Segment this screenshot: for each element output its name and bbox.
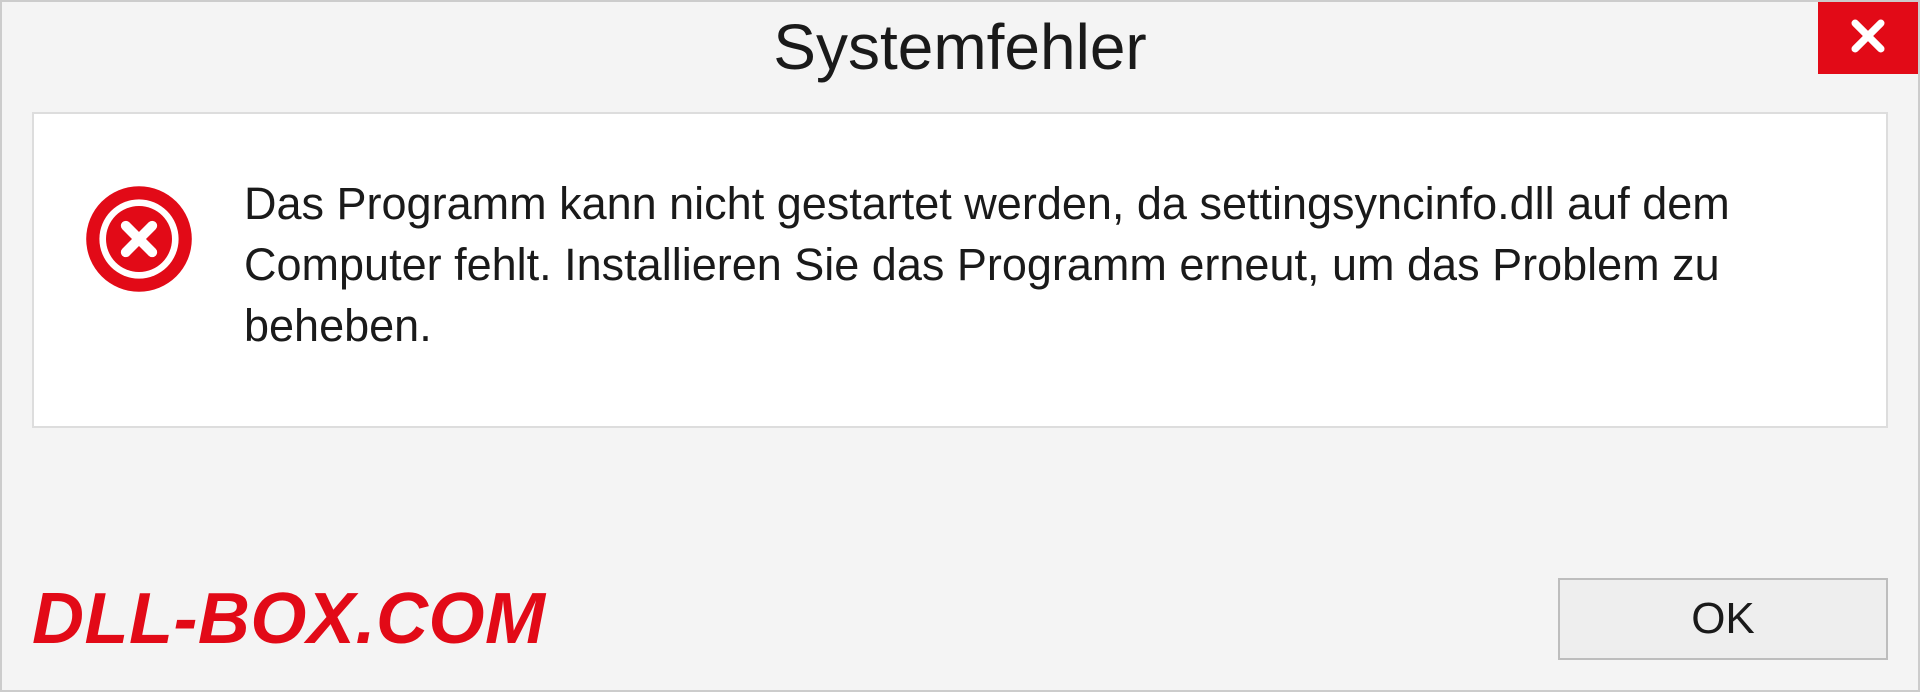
dialog-title: Systemfehler <box>773 10 1146 84</box>
title-bar: Systemfehler <box>2 2 1918 92</box>
dialog-footer: DLL-BOX.COM OK <box>32 578 1888 660</box>
error-icon <box>84 184 194 294</box>
close-button[interactable] <box>1818 2 1918 74</box>
watermark-text: DLL-BOX.COM <box>32 578 545 660</box>
error-message: Das Programm kann nicht gestartet werden… <box>244 174 1804 356</box>
error-dialog: Systemfehler Das Programm kann nicht ges… <box>0 0 1920 692</box>
content-panel: Das Programm kann nicht gestartet werden… <box>32 112 1888 428</box>
close-icon <box>1846 14 1890 63</box>
ok-button[interactable]: OK <box>1558 578 1888 660</box>
